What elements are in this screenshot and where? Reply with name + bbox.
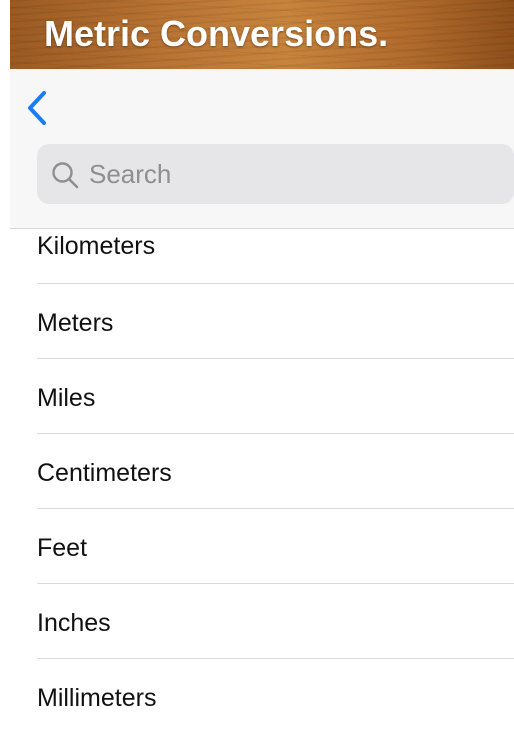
unit-list: Kilometers Meters Miles Centimeters Feet… [10,230,514,734]
app-banner: Metric Conversions. [10,0,514,69]
list-item-kilometers[interactable]: Kilometers [10,230,514,284]
list-item-label: Centimeters [37,459,172,487]
list-item-label: Feet [37,534,88,562]
list-item-label: Kilometers [37,232,156,260]
search-input[interactable] [89,144,499,204]
app-title: Metric Conversions. [44,13,389,54]
list-item-feet[interactable]: Feet [10,509,514,584]
list-item-inches[interactable]: Inches [10,584,514,659]
list-item-label: Meters [37,309,114,337]
back-button[interactable] [24,89,54,127]
list-item-miles[interactable]: Miles [10,359,514,434]
list-item-label: Inches [37,609,111,637]
search-icon [52,162,79,189]
search-bar[interactable] [37,144,514,204]
list-item-centimeters[interactable]: Centimeters [10,434,514,509]
chevron-left-icon [28,91,46,125]
navigation-bar [10,69,514,229]
list-item-label: Millimeters [37,684,157,712]
list-item-label: Miles [37,384,96,412]
list-item-meters[interactable]: Meters [10,284,514,359]
list-item-millimeters[interactable]: Millimeters [10,659,514,734]
